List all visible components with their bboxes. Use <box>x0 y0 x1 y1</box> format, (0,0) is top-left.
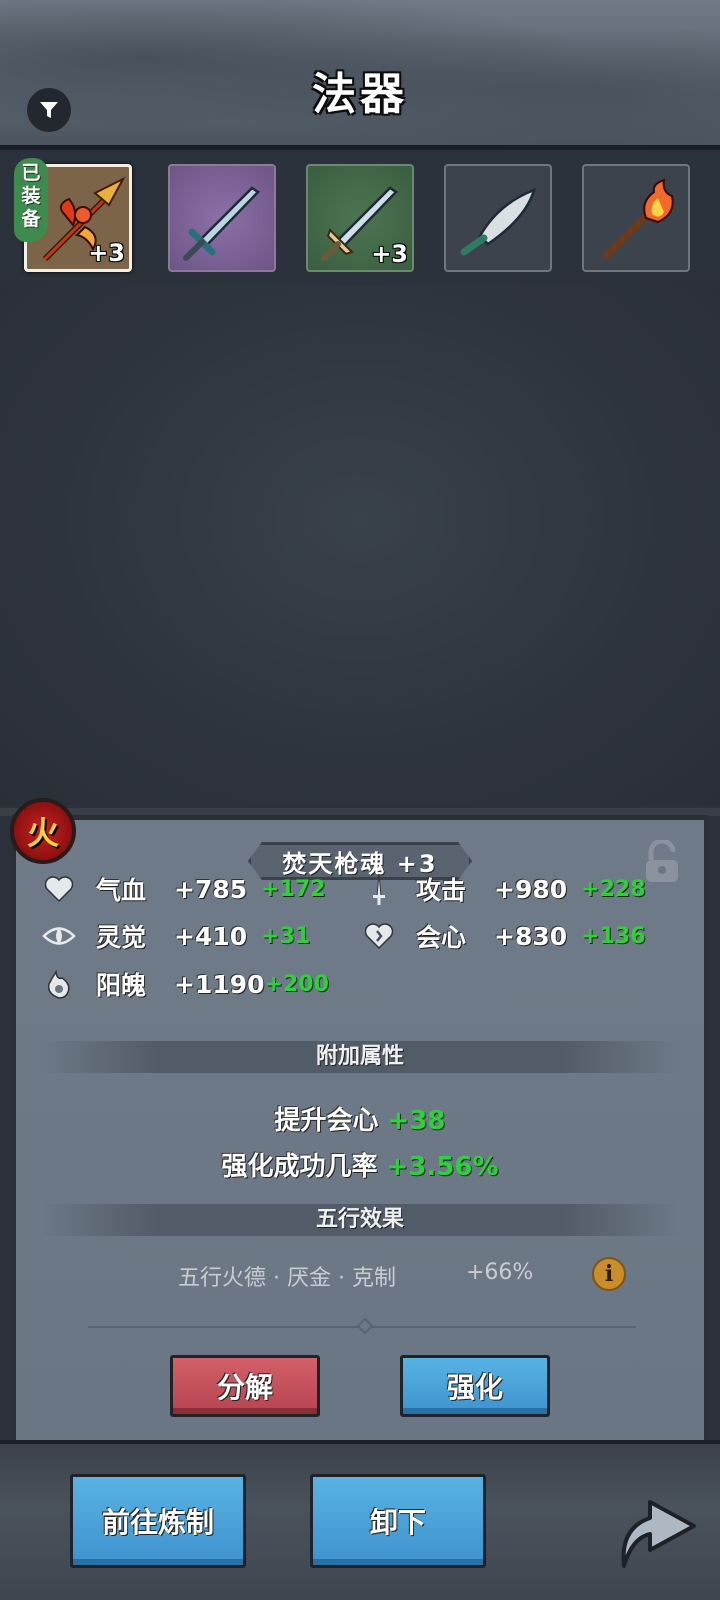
stat-perception: 灵觉 +410 +31 <box>42 918 310 954</box>
wuxing-effect-text: 五行火德 · 厌金 · 克制 <box>178 1266 396 1291</box>
eye-icon <box>42 927 76 945</box>
equipment-list: +3 +3 <box>0 160 720 280</box>
wuxing-effect-header: 五行效果 <box>42 1204 678 1236</box>
curved-blade-icon <box>460 187 536 256</box>
stat-hp: 气血 +785 +172 <box>42 871 326 907</box>
unequip-button[interactable]: 卸下 <box>310 1474 486 1568</box>
unlock-icon[interactable] <box>643 840 681 884</box>
fire-torch-icon <box>602 178 674 260</box>
flame-soul-icon <box>47 969 70 999</box>
sword-blue-icon <box>183 186 260 261</box>
info-icon[interactable]: i <box>592 1257 626 1291</box>
stat-yang-soul: 阳魄 +1190 +200 <box>42 966 329 1002</box>
element-badge: 火 <box>10 798 76 864</box>
equipment-slot-purple-sword[interactable] <box>168 164 276 272</box>
stat-attack: 攻击 +980 +228 <box>362 871 646 907</box>
equipped-tag: 已装备 <box>14 158 48 242</box>
sword-icon <box>373 873 385 905</box>
equipment-slot-green-sword[interactable]: +3 <box>306 164 414 272</box>
enhance-level: +3 <box>371 240 408 268</box>
filter-button[interactable] <box>27 88 71 132</box>
equipment-slot-fire-torch[interactable] <box>582 164 690 272</box>
extra-attribute-row: 强化成功几率 +3.56% <box>221 1152 499 1182</box>
enhance-button[interactable]: 强化 <box>400 1355 550 1417</box>
filter-icon <box>40 102 58 118</box>
decompose-button[interactable]: 分解 <box>170 1355 320 1417</box>
enhance-level: +3 <box>88 239 125 267</box>
wuxing-effect-value: +66% <box>466 1260 534 1285</box>
stat-crit: 会心 +830 +136 <box>362 918 646 954</box>
share-arrow-icon[interactable] <box>610 1478 700 1574</box>
extra-attributes-header: 附加属性 <box>42 1041 678 1073</box>
extra-attribute-row: 提升会心 +38 <box>274 1106 446 1136</box>
equipment-slot-curved-blade[interactable] <box>444 164 552 272</box>
heart-icon <box>44 876 74 903</box>
go-craft-button[interactable]: 前往炼制 <box>70 1474 246 1568</box>
page-title: 法器 <box>312 69 408 120</box>
crit-heart-icon <box>364 923 394 950</box>
inventory-area <box>0 285 720 805</box>
